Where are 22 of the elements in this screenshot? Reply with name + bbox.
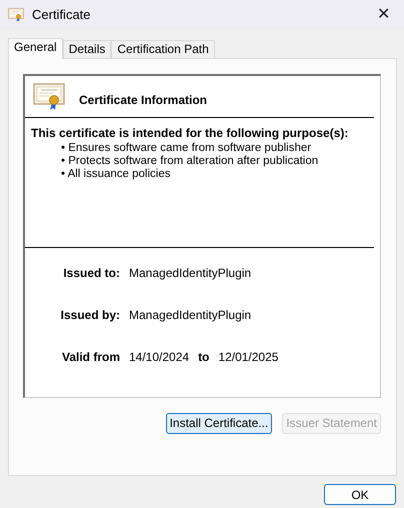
field-value: ManagedIdentityPlugin <box>129 265 252 282</box>
certificate-icon <box>8 8 24 22</box>
certificate-icon <box>33 82 65 110</box>
ok-button[interactable]: OK <box>324 484 396 505</box>
field-value: 14/10/2024 <box>129 349 190 366</box>
purpose-item: • All issuance policies <box>61 168 172 181</box>
section-title: Certificate Information <box>79 92 208 108</box>
field-value: ManagedIdentityPlugin <box>129 307 252 324</box>
close-button[interactable]: ✕ <box>371 3 396 27</box>
field-label: to <box>198 349 210 366</box>
purpose-heading: This certificate is intended for the following purpose(s): <box>31 125 350 142</box>
purpose-item: • Protects software from alteration after publication <box>61 155 320 168</box>
tab[interactable]: Certification Path <box>111 40 215 58</box>
tab[interactable]: Details <box>62 40 112 58</box>
purpose-item: • Ensures software came from software publisher <box>61 142 312 155</box>
dialog-button[interactable]: Install Certificate... <box>166 413 272 434</box>
field-label: Issued by: <box>60 307 120 324</box>
field-value: 12/01/2025 <box>218 349 278 366</box>
field-label: Issued to: <box>62 265 120 282</box>
field-label: Valid from <box>60 349 120 366</box>
window-title: Certificate <box>32 6 91 24</box>
tab[interactable]: General <box>8 38 63 59</box>
